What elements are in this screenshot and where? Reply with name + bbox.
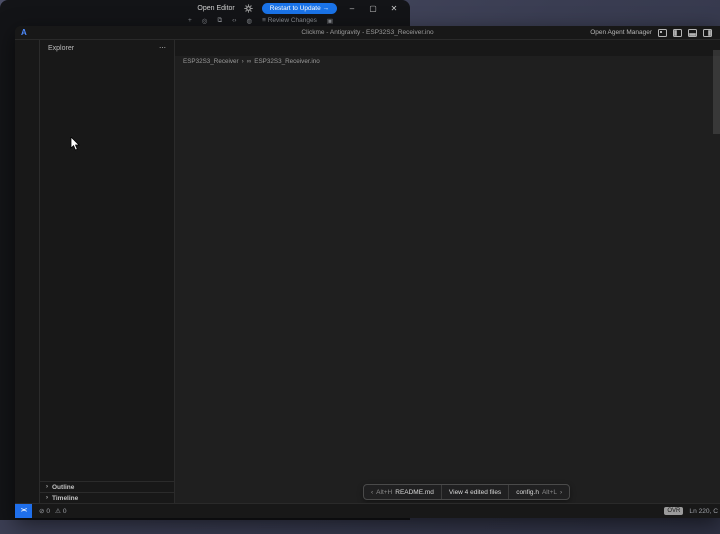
titlebar: A Clickme - Antigravity - ESP32S3_Receiv… [15,26,720,40]
open-agent-manager-button[interactable]: Open Agent Manager [590,29,652,36]
open-editor-label[interactable]: Open Editor [197,5,234,12]
plus-icon[interactable]: + [188,17,192,24]
prev-file-label: README.md [395,489,434,496]
antigravity-window: A Clickme - Antigravity - ESP32S3_Receiv… [15,26,720,518]
maximize-icon[interactable]: ▢ [367,4,379,13]
panel-right-icon[interactable] [703,29,712,37]
code-editor[interactable] [175,66,688,503]
panel-left-icon[interactable] [673,29,682,37]
ino-file-icon: ∞ [247,58,252,65]
timeline-section[interactable]: ›Timeline [40,492,174,503]
target-icon[interactable]: ◎ [202,17,208,25]
window-title: Clickme - Antigravity - ESP32S3_Receiver… [301,29,433,36]
editor-area: ESP32S3_Receiver › ∞ ESP32S3_Receiver.in… [175,40,720,503]
warnings-icon: ⚠ [55,508,61,515]
activity-bar [15,40,40,503]
chevron-right-icon: › [560,489,562,496]
remote-indicator[interactable]: >< [15,504,32,518]
more-actions-icon[interactable]: ⋯ [159,44,166,52]
next-file-button[interactable]: config.h Alt+L › [509,485,569,499]
next-file-label: config.h [516,489,539,496]
cursor-position[interactable]: Ln 220, C [689,508,718,515]
view-edited-files-button[interactable]: View 4 edited files [442,485,509,499]
mouse-cursor [70,137,81,151]
minimap[interactable] [688,50,712,463]
copy-icon[interactable]: ⧉ [217,17,222,25]
globe-icon[interactable]: ◍ [246,17,252,25]
chevron-left-icon: ‹ [371,489,373,496]
app-logo: A [21,28,27,37]
panel-bottom-icon[interactable] [688,29,697,37]
updater-titlebar: Open Editor Restart to Update → – ▢ ✕ [0,0,410,17]
explorer-sidebar: Explorer ⋯ ›Outline ›Timeline [40,40,175,503]
breadcrumb[interactable]: ESP32S3_Receiver › ∞ ESP32S3_Receiver.in… [175,56,720,66]
errors-icon: ⊘ [39,508,45,515]
updater-toolbar: + ◎ ⧉ ‹› ◍ ≡ Review Changes ▣ [188,17,333,26]
prev-shortcut-hint: Alt+H [376,489,392,496]
outline-section[interactable]: ›Outline [40,481,174,492]
status-bar: >< ⊘ 0 ⚠ 0 OVR Ln 220, C [15,503,720,518]
tab-bar [175,40,720,56]
prev-file-button[interactable]: ‹ Alt+H README.md [364,485,442,499]
explorer-header: Explorer [48,45,74,52]
problems-indicator[interactable]: ⊘ 0 ⚠ 0 [39,507,66,515]
panel-icon[interactable]: ▣ [327,17,333,25]
scrollbar-thumb[interactable] [713,50,720,134]
review-changes-button[interactable]: ≡ Review Changes [262,17,317,24]
minimize-icon[interactable]: – [346,4,358,13]
code-icon[interactable]: ‹› [232,17,236,24]
close-icon[interactable]: ✕ [388,4,400,13]
restart-to-update-button[interactable]: Restart to Update → [262,3,337,14]
gear-icon[interactable] [244,4,253,13]
overtype-badge[interactable]: OVR [664,507,683,515]
next-shortcut-hint: Alt+L [542,489,557,496]
agent-icon[interactable] [658,29,667,37]
file-nav-widget: ‹ Alt+H README.md View 4 edited files co… [363,484,570,500]
